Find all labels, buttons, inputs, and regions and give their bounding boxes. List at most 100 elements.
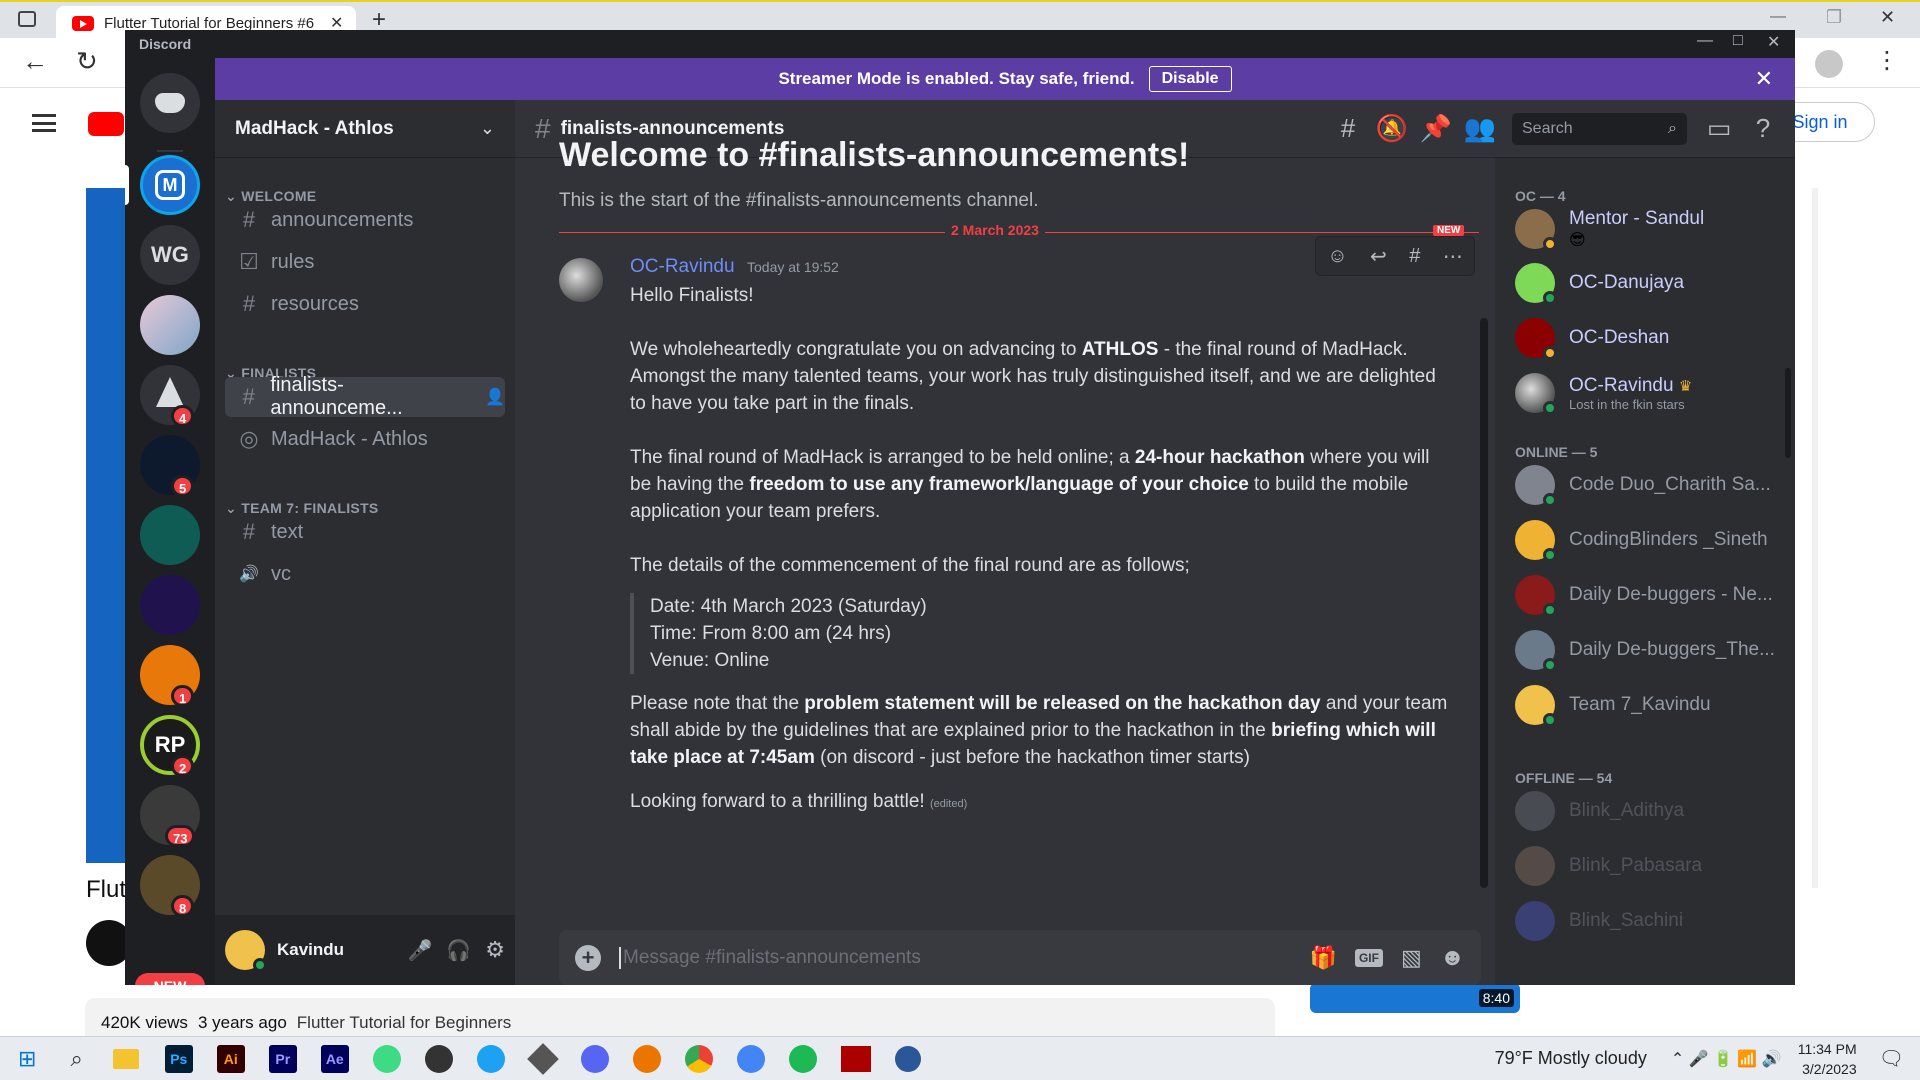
- member-item[interactable]: Daily De-buggers_The...: [1515, 625, 1785, 675]
- channel-text[interactable]: # text: [225, 512, 505, 552]
- message-paragraph: We wholeheartedly congratulate you on ad…: [630, 339, 1436, 414]
- obs-icon[interactable]: [424, 1044, 453, 1073]
- notifications-icon[interactable]: 🗨: [1879, 1046, 1904, 1071]
- discord-maximize-button[interactable]: □: [1733, 32, 1743, 50]
- server-madhack[interactable]: M: [140, 155, 200, 215]
- server-wg[interactable]: WG: [140, 225, 200, 285]
- mute-mic-icon[interactable]: 🎤: [407, 938, 432, 963]
- start-menu-icon[interactable]: ⊞: [18, 1046, 36, 1072]
- browser-maximize-button[interactable]: ❐: [1826, 7, 1842, 28]
- channel-madhack-stage[interactable]: ◎ MadHack - Athlos: [225, 419, 505, 459]
- inbox-icon[interactable]: ▭: [1697, 113, 1741, 144]
- tab-actions-icon[interactable]: [18, 11, 36, 27]
- atom-icon[interactable]: [372, 1044, 401, 1073]
- chrome-icon[interactable]: [684, 1044, 713, 1073]
- gif-button[interactable]: GIF: [1354, 949, 1383, 967]
- browser-menu-icon[interactable]: ⋮: [1875, 46, 1899, 75]
- photoshop-icon[interactable]: Ps: [164, 1044, 193, 1073]
- game-icon[interactable]: [840, 1045, 871, 1072]
- channel-rules[interactable]: ☑ rules: [225, 242, 505, 282]
- threads-icon[interactable]: #: [1326, 113, 1370, 144]
- illustrator-icon[interactable]: Ai: [216, 1044, 245, 1073]
- member-item[interactable]: OC-Deshan: [1515, 313, 1785, 363]
- youtube-logo-icon[interactable]: [88, 112, 124, 136]
- channel-finalists-announcements[interactable]: # finalists-announceme... 👤: [225, 374, 505, 419]
- message-composer: + Message #finalists-announcements 🎁 GIF…: [559, 930, 1481, 985]
- add-reaction-icon[interactable]: ☺: [1327, 245, 1347, 268]
- search-box[interactable]: Search ⌕: [1512, 112, 1687, 145]
- member-item[interactable]: Blink_Adithya: [1515, 786, 1785, 836]
- chat-area: Welcome to #finalists-announcements! Thi…: [515, 136, 1495, 985]
- message-author[interactable]: OC-Ravindu: [630, 256, 735, 277]
- upload-plus-icon[interactable]: +: [575, 945, 601, 971]
- clock[interactable]: 11:34 PM 3/2/2023: [1798, 1039, 1857, 1079]
- channel-vc[interactable]: 🔊 vc: [225, 554, 505, 594]
- member-item[interactable]: Mentor - Sandul 😎: [1515, 204, 1785, 254]
- server-purple[interactable]: [140, 575, 200, 635]
- reload-icon[interactable]: ↻: [76, 46, 98, 77]
- server-anime[interactable]: [140, 295, 200, 355]
- gift-icon[interactable]: 🎁: [1310, 945, 1337, 971]
- settings-gear-icon[interactable]: ⚙: [485, 937, 505, 963]
- direct-messages-button[interactable]: [140, 73, 200, 133]
- member-avatar: [1515, 465, 1557, 507]
- help-icon[interactable]: ?: [1741, 113, 1785, 144]
- discord-minimize-button[interactable]: —: [1697, 32, 1713, 50]
- page-scrollbar[interactable]: [1812, 188, 1818, 888]
- more-options-icon[interactable]: ⋯: [1443, 244, 1463, 269]
- side-video-thumbnail[interactable]: 8:40: [1310, 983, 1520, 1013]
- edge-icon[interactable]: [476, 1044, 505, 1073]
- premiere-icon[interactable]: Pr: [268, 1044, 297, 1073]
- emoji-icon[interactable]: ☻: [1440, 944, 1465, 972]
- channel-name: resources: [271, 292, 359, 315]
- member-item[interactable]: CodingBlinders _Sineth: [1515, 515, 1785, 565]
- disable-streamer-button[interactable]: Disable: [1148, 66, 1232, 92]
- spotify-icon[interactable]: [788, 1044, 817, 1073]
- blender-icon[interactable]: [632, 1044, 661, 1073]
- browser-close-button[interactable]: ✕: [1880, 7, 1895, 28]
- member-item[interactable]: Code Duo_Charith Sa...: [1515, 460, 1785, 510]
- notifications-muted-icon[interactable]: 🔕: [1370, 113, 1414, 144]
- member-item[interactable]: Team 7_Kavindu: [1515, 680, 1785, 730]
- server-header[interactable]: MadHack - Athlos ⌄: [215, 100, 515, 158]
- new-unreads-pill[interactable]: NEW: [135, 973, 205, 985]
- user-avatar[interactable]: [225, 930, 267, 972]
- word-icon[interactable]: [894, 1045, 921, 1072]
- close-banner-icon[interactable]: ✕: [1755, 66, 1773, 92]
- member-item[interactable]: Blink_Pabasara: [1515, 841, 1785, 891]
- file-explorer-icon[interactable]: [112, 1048, 139, 1069]
- create-thread-icon[interactable]: #: [1409, 245, 1420, 268]
- video-player[interactable]: [86, 188, 126, 863]
- member-item[interactable]: Blink_Sachini: [1515, 896, 1785, 946]
- channel-announcements[interactable]: # announcements: [225, 200, 505, 240]
- member-item[interactable]: OC-Danujaya: [1515, 258, 1785, 308]
- discord-taskbar-icon[interactable]: [580, 1044, 609, 1073]
- member-item[interactable]: Daily De-buggers - Ne...: [1515, 570, 1785, 620]
- member-list-scrollbar[interactable]: [1785, 368, 1791, 458]
- reply-icon[interactable]: ↩: [1370, 244, 1387, 269]
- pinned-messages-icon[interactable]: 📌: [1414, 113, 1458, 144]
- chat-scrollbar[interactable]: [1480, 318, 1488, 888]
- after-effects-icon[interactable]: Ae: [320, 1044, 349, 1073]
- server-game[interactable]: [140, 505, 200, 565]
- hamburger-menu-icon[interactable]: [32, 114, 56, 132]
- invite-icon[interactable]: 👤: [485, 387, 505, 407]
- discord-close-button[interactable]: ✕: [1767, 32, 1780, 52]
- headphones-icon[interactable]: 🎧: [446, 938, 471, 963]
- member-item[interactable]: OC-Ravindu ♛ Lost in the fkin stars: [1515, 368, 1785, 418]
- message-input[interactable]: Message #finalists-announcements: [619, 947, 1294, 969]
- system-tray-icons[interactable]: ⌃ 🎤 🔋 📶 🔊: [1671, 1049, 1782, 1069]
- channel-resources[interactable]: # resources: [225, 284, 505, 324]
- chrome-profile-icon[interactable]: [736, 1044, 765, 1073]
- profile-avatar-icon[interactable]: [1815, 50, 1843, 78]
- browser-minimize-button[interactable]: —: [1770, 8, 1786, 26]
- member-list-icon[interactable]: 👥: [1458, 113, 1502, 144]
- crown-icon: ♛: [1678, 377, 1693, 395]
- search-icon[interactable]: ⌕: [70, 1046, 82, 1072]
- unity-icon[interactable]: [526, 1042, 559, 1075]
- sticker-icon[interactable]: ▧: [1401, 945, 1422, 971]
- weather-widget[interactable]: 79°F Mostly cloudy: [1495, 1048, 1647, 1069]
- stage-icon: ◎: [239, 426, 259, 451]
- author-avatar[interactable]: [559, 258, 603, 302]
- back-arrow-icon[interactable]: ←: [22, 46, 48, 77]
